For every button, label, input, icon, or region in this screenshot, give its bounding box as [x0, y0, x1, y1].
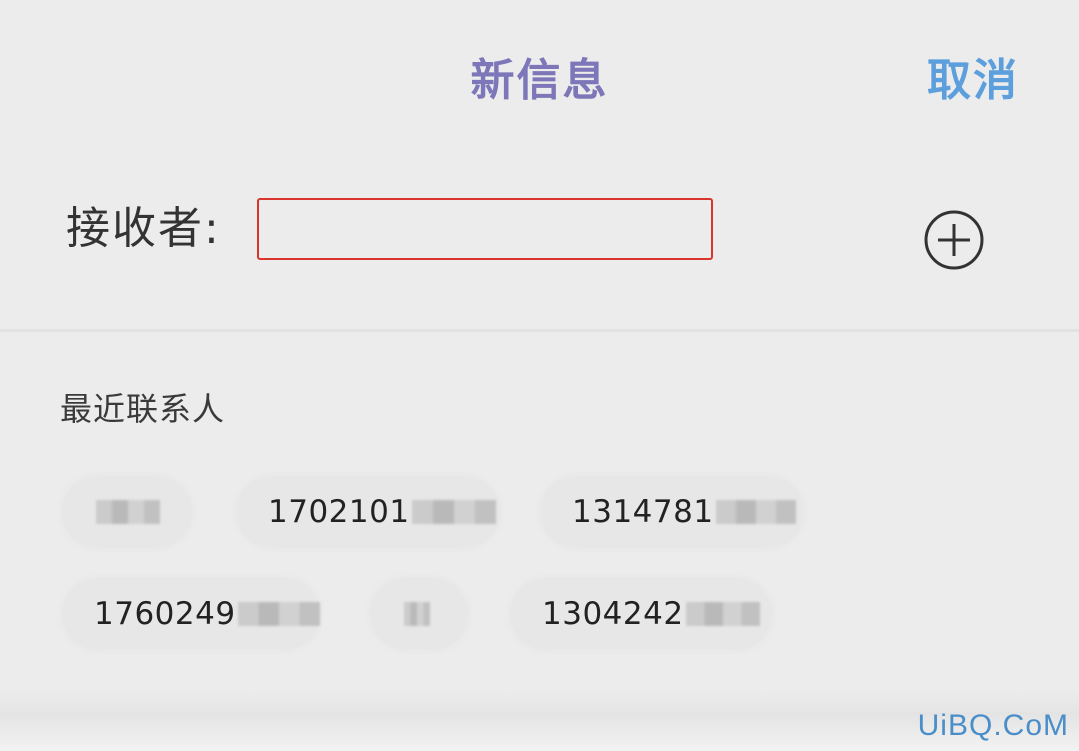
- recipient-label: 接收者:: [66, 203, 221, 254]
- watermark: UiBQ.CoM: [917, 709, 1069, 742]
- new-message-screen: 新信息 取消 接收者: 最近联系人 1702101 1314781 176024…: [0, 0, 1079, 751]
- contact-chip-text: 1304242: [542, 596, 684, 632]
- contact-chip-text: 1314781: [572, 494, 714, 530]
- contact-chip-text: 1702101: [268, 494, 410, 530]
- redacted-block: [404, 602, 430, 626]
- contact-chip[interactable]: 1760249: [62, 578, 320, 650]
- recipient-input[interactable]: [257, 198, 713, 260]
- cancel-button[interactable]: 取消: [927, 44, 1019, 108]
- header: 新信息 取消: [0, 0, 1079, 150]
- contact-chip[interactable]: 1702101: [236, 476, 500, 548]
- add-recipient-button[interactable]: [924, 210, 984, 270]
- contact-chip[interactable]: [62, 476, 192, 548]
- plus-circle-icon: [924, 210, 984, 270]
- recent-contacts-label: 最近联系人: [60, 390, 226, 428]
- contact-chip[interactable]: 1314781: [540, 476, 804, 548]
- redacted-block: [96, 500, 160, 524]
- redacted-block: [237, 602, 320, 626]
- redacted-block: [685, 602, 760, 626]
- contact-chip[interactable]: [370, 578, 468, 650]
- page-title: 新信息: [470, 55, 609, 106]
- redacted-block: [411, 500, 496, 524]
- recipient-row: 接收者:: [0, 150, 1079, 330]
- redacted-block: [715, 500, 796, 524]
- contact-chip-text: 1760249: [94, 596, 236, 632]
- divider: [0, 329, 1079, 332]
- contact-chip[interactable]: 1304242: [510, 578, 772, 650]
